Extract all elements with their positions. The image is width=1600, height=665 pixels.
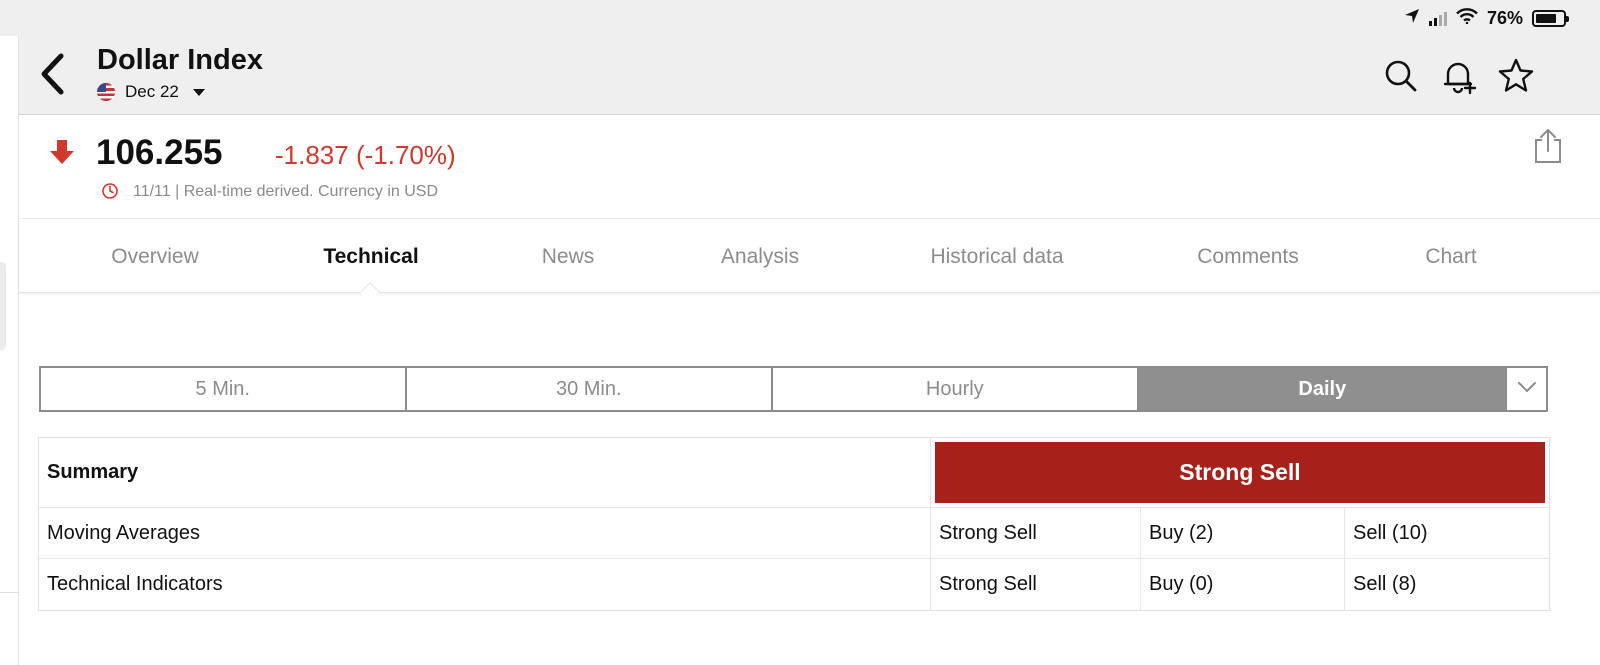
- us-flag-icon: [97, 83, 115, 101]
- summary-verdict-badge: Strong Sell: [935, 442, 1545, 503]
- timeframe-30min[interactable]: 30 Min.: [407, 368, 774, 410]
- table-row: Moving Averages Strong Sell Buy (2) Sell…: [39, 508, 1549, 559]
- row-label: Technical Indicators: [39, 559, 931, 610]
- instrument-header: Dollar Index Dec 22: [19, 36, 1600, 115]
- wifi-icon: [1456, 8, 1478, 29]
- active-tab-indicator: [360, 282, 380, 302]
- row-signal: Strong Sell: [931, 508, 1141, 558]
- share-icon[interactable]: [1534, 128, 1562, 169]
- side-panel-handle[interactable]: [0, 262, 6, 350]
- page-title: Dollar Index: [97, 44, 263, 76]
- tab-technical[interactable]: Technical: [323, 245, 418, 269]
- timeframe-5min[interactable]: 5 Min.: [41, 368, 407, 410]
- row-buy-count: Buy (2): [1141, 508, 1345, 558]
- cellular-signal-icon: [1428, 11, 1447, 26]
- summary-row: Summary Strong Sell: [39, 438, 1549, 508]
- chevron-down-icon: [1517, 380, 1537, 398]
- last-price: 106.255: [96, 133, 223, 172]
- caret-down-icon: [192, 88, 205, 96]
- section-tabs: Overview Technical News Analysis Histori…: [19, 219, 1600, 302]
- timeframe-selector: 5 Min. 30 Min. Hourly Daily: [39, 366, 1548, 412]
- row-label: Moving Averages: [39, 508, 931, 558]
- timeframe-dropdown[interactable]: [1506, 368, 1547, 410]
- tab-analysis[interactable]: Analysis: [721, 245, 799, 269]
- battery-percent: 76%: [1486, 8, 1523, 28]
- tab-news[interactable]: News: [542, 245, 595, 269]
- tab-chart[interactable]: Chart: [1425, 245, 1476, 269]
- timeframe-hourly[interactable]: Hourly: [773, 368, 1139, 410]
- star-icon[interactable]: [1496, 56, 1536, 96]
- technical-summary-table: Summary Strong Sell Moving Averages Stro…: [38, 437, 1550, 611]
- side-panel-edge: [0, 36, 19, 665]
- price-change: -1.837 (-1.70%): [275, 140, 456, 170]
- quote-meta: 11/11 | Real-time derived. Currency in U…: [133, 183, 439, 200]
- add-alert-bell-icon[interactable]: [1438, 56, 1478, 96]
- row-sell-count: Sell (8): [1353, 573, 1417, 595]
- row-sell-count: Sell (10): [1353, 521, 1428, 544]
- clock-icon: [101, 182, 119, 205]
- side-panel-divider: [0, 592, 19, 593]
- back-chevron-icon[interactable]: [37, 53, 67, 95]
- tab-comments[interactable]: Comments: [1197, 245, 1299, 269]
- location-icon: [1404, 8, 1420, 29]
- quote-panel: 106.255 -1.837 (-1.70%) 11/11 | Real-tim…: [19, 116, 1600, 219]
- contract-label: Dec 22: [125, 82, 179, 101]
- row-buy-count: Buy (0): [1141, 559, 1345, 610]
- summary-label: Summary: [39, 438, 931, 507]
- tab-overview[interactable]: Overview: [111, 245, 199, 269]
- contract-selector[interactable]: Dec 22: [97, 82, 205, 102]
- status-bar: 76%: [0, 0, 1600, 36]
- table-row: Technical Indicators Strong Sell Buy (0)…: [39, 559, 1549, 610]
- timeframe-daily[interactable]: Daily: [1138, 368, 1507, 410]
- battery-icon: [1532, 10, 1569, 27]
- row-signal: Strong Sell: [931, 559, 1141, 610]
- search-icon[interactable]: [1381, 56, 1421, 96]
- price-down-arrow-icon: [49, 139, 75, 170]
- tab-historical-data[interactable]: Historical data: [930, 245, 1063, 269]
